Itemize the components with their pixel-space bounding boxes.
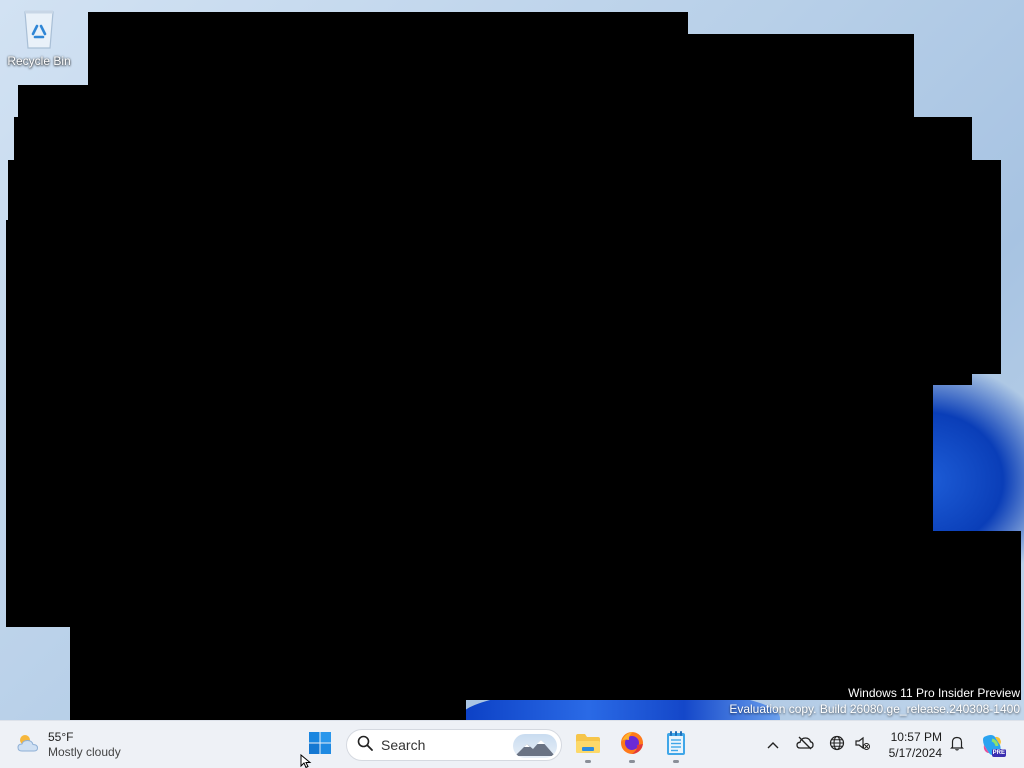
clock-time: 10:57 PM (890, 730, 942, 744)
watermark-line2: Evaluation copy. Build 26080.ge_release.… (729, 702, 1020, 716)
sound-icon (854, 735, 870, 756)
redacted-region (6, 384, 933, 532)
redacted-region (6, 220, 972, 385)
copilot-button[interactable]: PRE (978, 721, 1006, 768)
network-status[interactable] (826, 721, 848, 768)
desktop-icon-recycle-bin[interactable]: Recycle Bin (6, 8, 72, 80)
taskbar: 55°F Mostly cloudy Search 10:57 PM 5/17/… (0, 720, 1024, 768)
copilot-pre-badge: PRE (991, 749, 1006, 757)
recycle-bin-icon (19, 8, 59, 50)
desktop: Recycle Bin Windows 11 Pro Insider Previ… (0, 0, 1024, 720)
weather-temperature: 55°F (48, 730, 74, 744)
network-icon (829, 735, 845, 756)
notification-bell-icon (949, 735, 965, 756)
taskbar-firefox[interactable] (612, 725, 652, 765)
chevron-up-icon (767, 736, 779, 754)
search-icon (357, 735, 373, 756)
notepad-icon (665, 730, 687, 761)
file-explorer-icon (575, 732, 601, 759)
search-placeholder: Search (381, 737, 426, 753)
weather-condition: Mostly cloudy (48, 745, 121, 759)
onedrive-status[interactable] (794, 721, 816, 768)
taskbar-notepad[interactable] (656, 725, 696, 765)
mouse-cursor (300, 753, 312, 768)
evaluation-watermark: Windows 11 Pro Insider Preview Evaluatio… (729, 685, 1020, 717)
weather-widget[interactable]: 55°F Mostly cloudy (14, 727, 121, 763)
firefox-icon (619, 730, 645, 761)
search-box[interactable]: Search (346, 729, 562, 761)
running-indicator (629, 760, 635, 763)
clock-date: 5/17/2024 (888, 746, 942, 760)
onedrive-offline-icon (796, 736, 814, 755)
watermark-line1: Windows 11 Pro Insider Preview (848, 686, 1020, 700)
notification-center-button[interactable] (946, 721, 968, 768)
redacted-region (6, 531, 1021, 627)
show-hidden-icons-button[interactable] (762, 721, 784, 768)
copilot-icon: PRE (980, 733, 1006, 757)
search-highlight-image (513, 734, 557, 758)
taskbar-clock[interactable]: 10:57 PM 5/17/2024 (878, 729, 942, 761)
taskbar-file-explorer[interactable] (568, 725, 608, 765)
running-indicator (673, 760, 679, 763)
partly-cloudy-icon (14, 731, 42, 760)
redacted-region (70, 699, 466, 720)
desktop-icon-label: Recycle Bin (7, 54, 71, 68)
running-indicator (585, 760, 591, 763)
volume-status[interactable] (852, 721, 872, 768)
